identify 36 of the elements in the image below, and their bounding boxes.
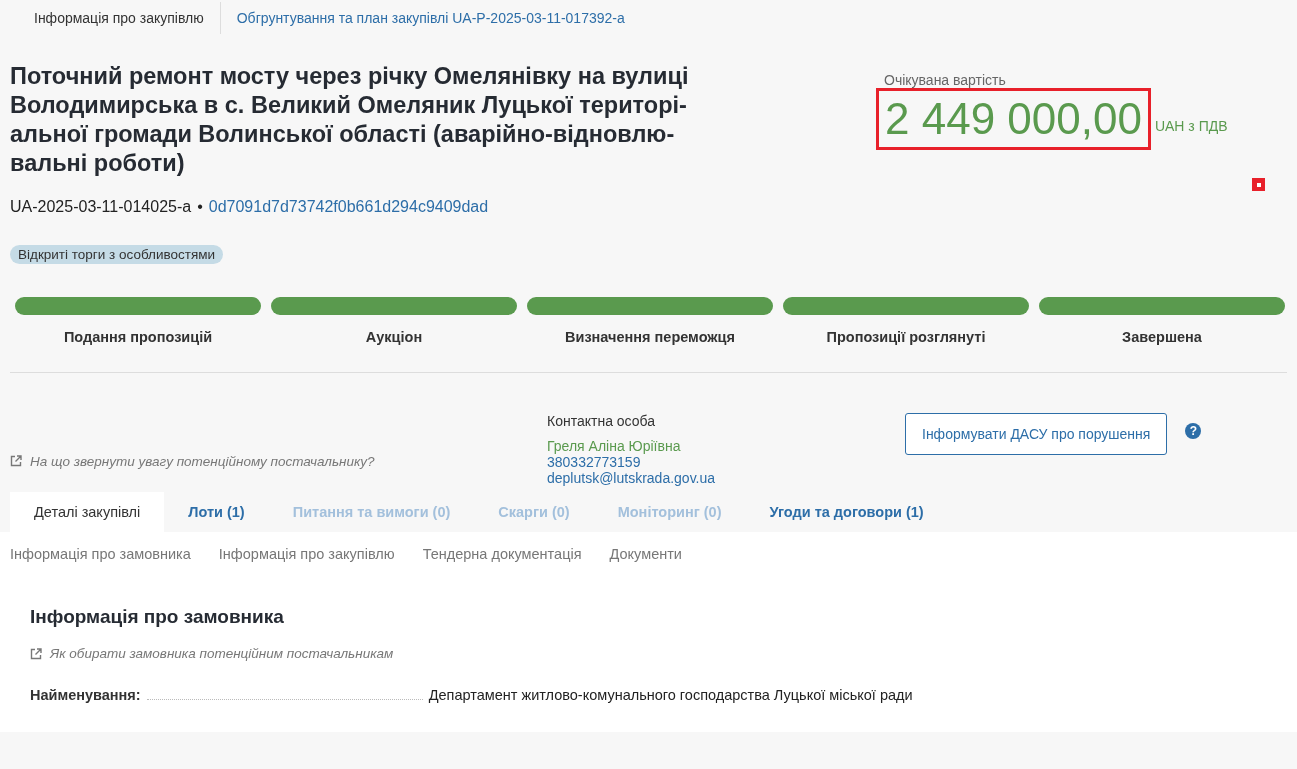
email-link[interactable]: deplutsk@lutskrada.gov.ua (547, 470, 905, 486)
supplier-hint-link[interactable]: На що звернути увагу потенційному постачальнику? (30, 453, 375, 469)
tender-id: UA-2025-03-11-014025-a (10, 198, 192, 216)
section-hint-link[interactable]: Як обирати замовника потенційним постачальникам (50, 646, 394, 661)
section-link[interactable]: Інформація про закупівлю (218, 546, 395, 562)
main-tab[interactable]: Лоти (1) (164, 492, 269, 532)
expected-value-label: Очікувана вартість (883, 72, 1007, 88)
expected-value-amount: 2 449 000,00 (876, 88, 1151, 150)
stage-label: Аукціон (365, 329, 423, 345)
help-icon[interactable]: ? (1185, 423, 1202, 439)
report-button[interactable]: Інформувати ДАСУ про порушення (905, 413, 1168, 455)
external-link-icon (30, 647, 42, 660)
marker-icon (1252, 178, 1265, 191)
top-tab[interactable]: Обгрунтування та план закупівлі UA-P-2025-03-11-017392-a (220, 1, 641, 35)
section-link[interactable]: Документи (609, 546, 682, 562)
stage-label: Визначення переможця (565, 329, 735, 345)
contact-heading: Контактна особа (547, 413, 657, 429)
stage-label: Подання пропозицій (63, 329, 213, 345)
contact-name: Греля Аліна Юріївна (547, 438, 682, 454)
external-link-icon (10, 455, 22, 467)
tender-title: Поточний ремонт мосту через річку Омелянівку на вулиці Володимирська в с. Великий Омеляник Луцької територі- альної громади Волинської області (аварійно-відновлю- вальні роботи) (10, 62, 690, 178)
procedure-badge: Відкриті торги з особливостями (10, 245, 224, 264)
field-value: Департамент житлово-комунального господарства Луцької міської ради (428, 687, 913, 703)
section-link[interactable]: Інформація про замовника (10, 546, 191, 562)
main-tab[interactable]: Деталі закупівлі (10, 492, 165, 532)
hash-link[interactable]: 0d7091d7d73742f0b661d294c9409dad (208, 198, 489, 216)
top-tab[interactable]: Інформація про закупівлю (18, 1, 220, 35)
currency-label: UAH з ПДВ (1154, 118, 1228, 136)
stage-label: Завершена (1122, 329, 1202, 345)
stage-label: Пропозиції розглянуті (826, 329, 986, 345)
phone-link[interactable]: 380332773159 (547, 454, 905, 470)
separator-dot: • (197, 198, 203, 216)
main-tab[interactable]: Угоди та договори (1) (745, 492, 948, 532)
field-label: Найменування: (30, 687, 141, 703)
section-title: Інформація про замовника (29, 605, 285, 628)
section-link[interactable]: Тендерна документація (422, 546, 582, 562)
